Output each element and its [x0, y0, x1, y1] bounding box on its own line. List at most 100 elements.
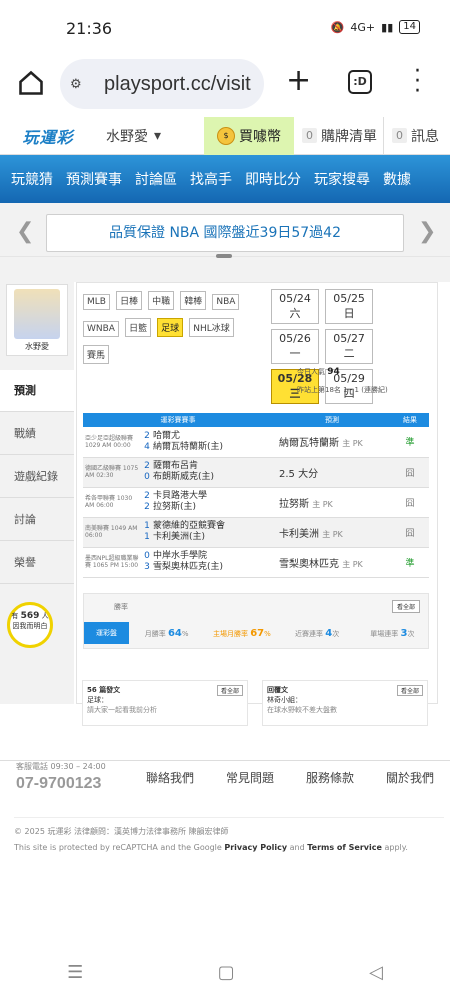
- sidebar-item-honor[interactable]: 榮譽: [0, 542, 74, 584]
- msg-count: 0: [392, 128, 407, 143]
- mute-icon: 🔕: [330, 20, 345, 34]
- android-nav-bar: ☰ ▢ ◁: [0, 944, 450, 1000]
- win-rate-box: 勝率 看全部 運彩盤 月勝率 64% 主場月勝率 67% 近賽連率 4次 單場連…: [83, 593, 429, 649]
- tab-switcher-button[interactable]: :D: [348, 70, 372, 94]
- result-badge: 囧: [391, 457, 429, 488]
- date-tab[interactable]: 05/27 二: [325, 329, 374, 364]
- footer-link[interactable]: 服務條款: [306, 769, 354, 786]
- replies-more-button[interactable]: 看全部: [396, 685, 423, 696]
- promo-banner: ❮ 品質保證 NBA 國際盤近39日57過42 ❯: [0, 203, 450, 258]
- signal-icon: ▮▮: [381, 20, 394, 34]
- nav-item[interactable]: 找高手: [184, 169, 238, 189]
- nav-item[interactable]: 預測賽事: [60, 169, 128, 189]
- nav-item[interactable]: 玩競猜: [5, 169, 59, 189]
- username: 水野愛: [106, 128, 148, 145]
- url-bar[interactable]: ⚙ playsport.cc/visit: [60, 59, 264, 109]
- league-tab[interactable]: 中職: [148, 291, 175, 310]
- network-icon: 4G+: [350, 20, 376, 34]
- spacer: [0, 257, 450, 282]
- msg-label: 訊息: [411, 128, 439, 145]
- footer-link[interactable]: 常見問題: [226, 769, 274, 786]
- avatar[interactable]: 水野愛: [6, 284, 68, 356]
- tel-number[interactable]: 07-9700123: [16, 775, 101, 793]
- site-footer: 客服電話 09:30 – 24:00 07-9700123 聯絡我們 常見問題 …: [0, 760, 450, 852]
- popularity-value: 94: [327, 367, 340, 377]
- table-row[interactable]: 墨西NPL超級職業聯賽 1065 PM 15:00 03 中岸水手學院 雪梨奧林匹…: [83, 547, 429, 578]
- result-badge: 囧: [391, 487, 429, 518]
- chevron-left-icon[interactable]: ❮: [16, 219, 34, 244]
- footer-link[interactable]: 關於我們: [386, 769, 434, 786]
- rank-text: 昨站上第18名 1 - 1 (連勝紀): [297, 386, 388, 394]
- sidebar-item-games[interactable]: 遊戲紀錄: [0, 456, 74, 498]
- table-row[interactable]: 希各甲聯賽 1030 AM 06:00 22 卡貝路港大學 拉努斯(主) 拉努斯 …: [83, 487, 429, 518]
- league-filter: MLB 日棒 中職 韓棒 NBA WNBA 日籃 足球 NHL冰球 賽馬: [83, 289, 263, 370]
- chevron-right-icon[interactable]: ❯: [418, 219, 436, 244]
- tel-label: 客服電話 09:30 – 24:00: [16, 762, 106, 771]
- date-tab[interactable]: 05/26 一: [271, 329, 319, 364]
- more-menu-icon[interactable]: · · ·: [414, 61, 421, 103]
- result-badge: 準: [391, 547, 429, 578]
- league-tab[interactable]: NHL冰球: [189, 318, 234, 337]
- league-tab[interactable]: WNBA: [83, 321, 119, 337]
- coin-icon: $: [217, 126, 235, 145]
- copyright: © 2025 玩運彩 法律顧問：漢英博力法律事務所 陳韻宏律師 This sit…: [14, 817, 444, 856]
- avatar-image: [14, 289, 60, 339]
- new-tab-icon[interactable]: +: [286, 66, 311, 96]
- battery-icon: 14: [399, 20, 420, 34]
- table-row[interactable]: 南美聯賽 1049 AM 06:00 11 蒙德維的亞競賽會 卡利美洲(主) 卡利…: [83, 517, 429, 548]
- footer-link[interactable]: 聯絡我們: [146, 769, 194, 786]
- league-tab[interactable]: 韓棒: [180, 291, 207, 310]
- site-settings-icon[interactable]: ⚙: [70, 76, 92, 92]
- league-tab[interactable]: 賽馬: [83, 345, 110, 364]
- league-tab[interactable]: NBA: [212, 294, 240, 310]
- user-menu[interactable]: 水野愛 ▾: [96, 126, 204, 146]
- sidebar-item-record[interactable]: 戰績: [0, 413, 74, 455]
- posts-more-button[interactable]: 看全部: [216, 685, 243, 696]
- nav-item[interactable]: 即時比分: [239, 169, 307, 189]
- banner-text[interactable]: 品質保證 NBA 國際盤近39日57過42: [46, 214, 404, 252]
- nav-item[interactable]: 玩家搜尋: [308, 169, 376, 189]
- result-badge: 準: [391, 427, 429, 458]
- table-row[interactable]: 德國乙級聯賽 1075 AM 02:30 20 薩爾布呂肯 布朗斯威克(主) 2.…: [83, 457, 429, 488]
- sidebar-item-discuss[interactable]: 討論: [0, 499, 74, 541]
- nav-item[interactable]: 數據: [377, 169, 417, 189]
- home-button-icon[interactable]: ▢: [218, 962, 235, 983]
- sidebar-item-predict[interactable]: 預測: [0, 370, 74, 412]
- league-tab[interactable]: 日棒: [116, 291, 143, 310]
- site-logo[interactable]: 玩運彩: [0, 117, 96, 155]
- nav-item[interactable]: 討論區: [129, 169, 183, 189]
- profile-sidebar: 水野愛 預測 戰績 遊戲紀錄 討論 榮譽 有 569 人 因我而明白: [0, 282, 74, 704]
- helped-count: 569: [20, 611, 40, 621]
- main-nav: 玩競猜 預測賽事 討論區 找高手 即時比分 玩家搜尋 數據: [0, 155, 450, 203]
- rate-type-pill[interactable]: 運彩盤: [84, 622, 129, 644]
- posts-card[interactable]: 56 篇發文 看全部 足球： 請大家一起看我前分析: [82, 680, 248, 726]
- table-header: 結果: [391, 413, 429, 427]
- cart-link[interactable]: 0 購牌清單: [294, 116, 384, 155]
- cart-count: 0: [302, 128, 317, 143]
- table-header: 運彩賽賽事: [83, 413, 273, 427]
- profile-area: 水野愛 預測 戰績 遊戲紀錄 討論 榮譽 有 569 人 因我而明白 MLB 日…: [0, 282, 450, 704]
- privacy-link[interactable]: Privacy Policy: [224, 843, 287, 852]
- rate-more-button[interactable]: 看全部: [391, 600, 420, 613]
- date-tab[interactable]: 05/25 日: [325, 289, 374, 324]
- terms-link[interactable]: Terms of Service: [307, 843, 382, 852]
- browser-toolbar: ⚙ playsport.cc/visit + :D · · ·: [0, 55, 450, 117]
- helped-badge: 有 569 人 因我而明白: [7, 602, 53, 648]
- league-tab[interactable]: MLB: [83, 294, 110, 310]
- buy-coins-button[interactable]: $ 買噱幣: [204, 116, 294, 155]
- rate-title: 勝率: [114, 603, 128, 611]
- league-tab-selected[interactable]: 足球: [157, 318, 184, 337]
- recents-icon[interactable]: ☰: [67, 962, 83, 983]
- popularity-stats: 今日人氣 94 昨站上第18名 1 - 1 (連勝紀): [297, 367, 388, 394]
- date-tab[interactable]: 05/24 六: [271, 289, 319, 324]
- url-text: playsport.cc/visit: [104, 72, 251, 95]
- league-tab[interactable]: 日籃: [125, 318, 152, 337]
- footer-links: 聯絡我們 常見問題 服務條款 關於我們: [146, 769, 434, 786]
- table-row[interactable]: 亞少足亞超級聯賽 1029 AM 00:00 24 哈爾尤 納爾瓦特蘭斯(主) 納…: [83, 427, 429, 458]
- home-icon[interactable]: [17, 69, 45, 97]
- replies-card[interactable]: 回覆文 看全部 林奇小組： 在球水野較不差大盤數: [262, 680, 428, 726]
- carousel-dots: [216, 254, 232, 258]
- site-header: 玩運彩 水野愛 ▾ $ 買噱幣 0 購牌清單 0 訊息: [0, 116, 450, 155]
- messages-link[interactable]: 0 訊息: [384, 126, 439, 146]
- back-icon[interactable]: ◁: [369, 962, 383, 983]
